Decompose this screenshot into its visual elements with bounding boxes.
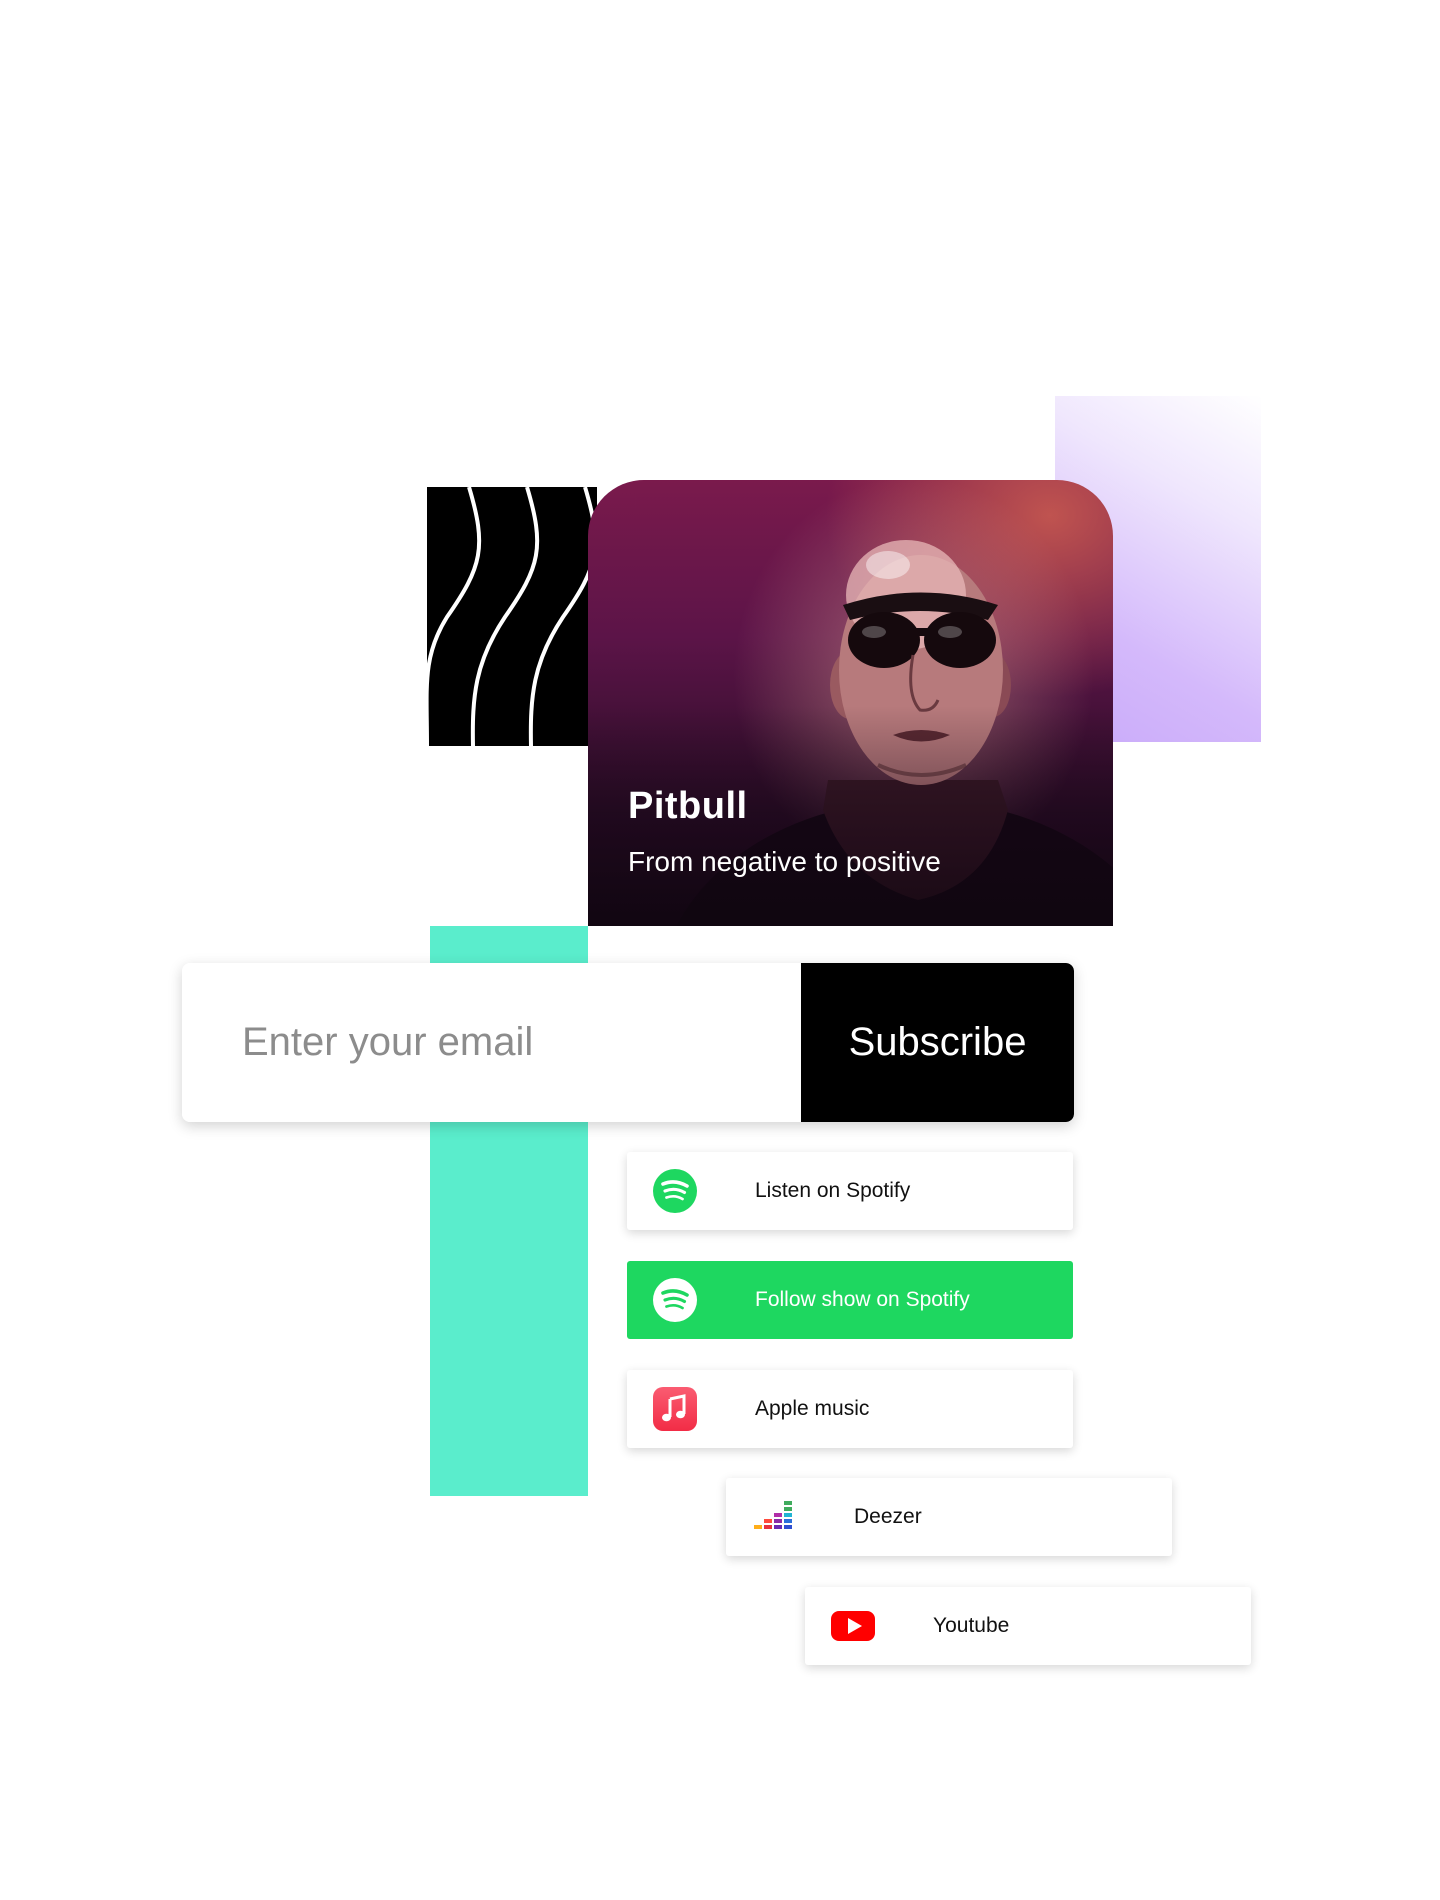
youtube-button[interactable]: Youtube [805,1587,1251,1665]
artist-name: Pitbull [628,785,748,827]
listen-on-spotify-button[interactable]: Listen on Spotify [627,1152,1073,1230]
apple-music-icon [653,1387,697,1431]
artist-card: Pitbull From negative to positive [588,480,1113,926]
email-field[interactable] [182,963,801,1122]
listen-on-spotify-label: Listen on Spotify [755,1179,911,1202]
follow-on-spotify-button[interactable]: Follow show on Spotify [627,1261,1073,1339]
apple-music-label: Apple music [755,1397,870,1420]
youtube-label: Youtube [933,1614,1010,1637]
subscribe-button[interactable]: Subscribe [801,963,1074,1122]
wave-pattern-block [427,487,597,746]
deezer-button[interactable]: Deezer [726,1478,1172,1556]
follow-on-spotify-label: Follow show on Spotify [755,1288,970,1311]
deezer-icon [752,1495,796,1539]
deezer-label: Deezer [854,1505,922,1528]
youtube-icon [831,1604,875,1648]
spotify-icon [653,1278,697,1322]
artist-tagline: From negative to positive [628,846,941,877]
spotify-icon [653,1169,697,1213]
subscribe-form: Subscribe [182,963,1074,1122]
apple-music-button[interactable]: Apple music [627,1370,1073,1448]
